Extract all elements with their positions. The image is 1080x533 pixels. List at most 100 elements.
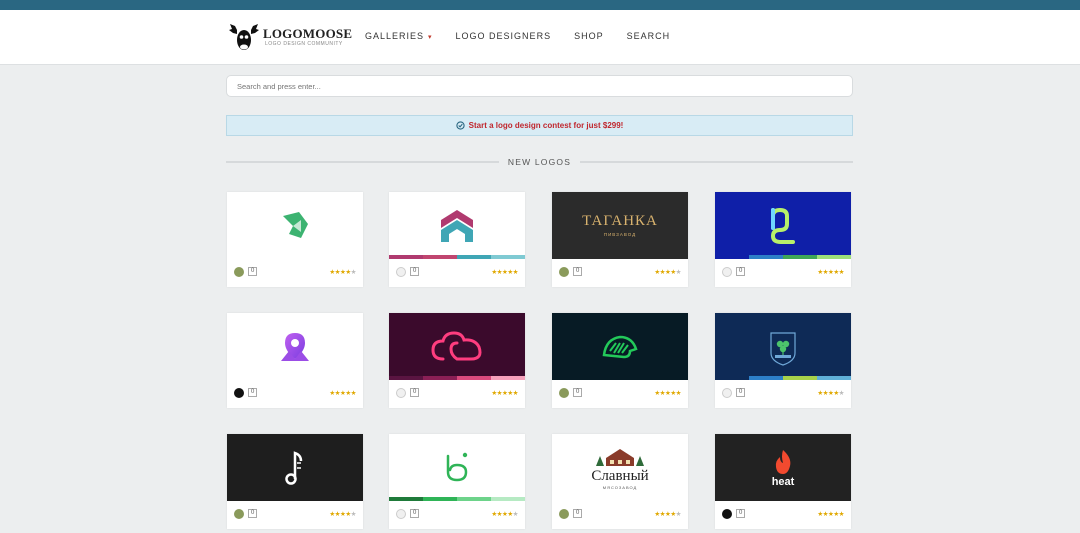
card-meta: 0 ★★★★★ — [396, 387, 518, 398]
thumbnail-title: heat — [771, 475, 795, 488]
star-rating: ★★★★★ — [329, 510, 356, 518]
logo-thumbnail — [227, 192, 363, 259]
avatar[interactable] — [559, 266, 569, 277]
color-stripe — [389, 376, 525, 380]
site-logo[interactable]: LOGOMOOSE LOGO DESIGN COMMUNITY — [226, 20, 353, 54]
n-letter-logo-icon — [770, 207, 795, 244]
star-rating: ★★★★★ — [654, 268, 681, 276]
nav-logo-designers-label: LOGO DESIGNERS — [455, 31, 552, 41]
nav-galleries[interactable]: GALLERIES ▾ — [365, 31, 433, 41]
location-pin-logo-icon — [281, 332, 309, 361]
logo-thumbnail — [389, 434, 525, 501]
star-rating: ★★★★★ — [491, 510, 518, 518]
card-meta: 0 ★★★★★ — [722, 508, 844, 519]
card-meta: 0 ★★★★★ — [722, 387, 845, 398]
shield-clover-logo-icon — [770, 331, 796, 366]
logo-card[interactable]: 0 ★★★★★ — [389, 313, 525, 408]
logo-card[interactable]: 0 ★★★★★ — [227, 192, 363, 287]
section-title: NEW LOGOS — [507, 157, 572, 167]
logo-thumbnail — [715, 192, 851, 259]
logo-card[interactable]: ТАГАНКА ПИВЗАВОД 0 ★★★★★ — [552, 192, 688, 287]
avatar[interactable] — [722, 387, 732, 398]
brand-name: LOGOMOOSE — [263, 26, 353, 41]
avatar[interactable] — [234, 266, 244, 277]
color-stripe — [389, 255, 525, 259]
cloud-heart-logo-icon — [431, 330, 482, 360]
main-nav: GALLERIES ▾ LOGO DESIGNERS SHOP SEARCH — [365, 31, 693, 41]
logo-thumbnail — [227, 313, 363, 380]
star-rating: ★★★★★ — [491, 268, 518, 276]
avatar[interactable] — [396, 508, 406, 519]
like-count: 0 — [248, 267, 258, 276]
nav-galleries-label: GALLERIES — [365, 31, 425, 41]
logo-thumbnail — [389, 313, 525, 380]
card-meta: 0 ★★★★★ — [559, 266, 682, 277]
logo-card[interactable]: 0 ★★★★★ — [227, 434, 363, 529]
like-count: 0 — [736, 388, 746, 397]
star-rating: ★★★★★ — [654, 389, 681, 397]
logo-card[interactable]: 0 ★★★★★ — [715, 192, 851, 287]
chevron-down-icon: ▾ — [428, 34, 433, 41]
logo-thumbnail: ТАГАНКА ПИВЗАВОД — [552, 192, 688, 259]
nav-logo-designers[interactable]: LOGO DESIGNERS — [456, 31, 552, 41]
like-count: 0 — [410, 509, 420, 518]
avatar[interactable] — [396, 266, 406, 277]
like-count: 0 — [248, 509, 258, 518]
flame-logo-icon — [775, 449, 791, 474]
like-count: 0 — [573, 388, 583, 397]
logo-card[interactable]: 0 ★★★★★ — [552, 313, 688, 408]
card-meta: 0 ★★★★★ — [396, 266, 518, 277]
like-count: 0 — [736, 267, 746, 276]
logo-card[interactable]: 0 ★★★★★ — [227, 313, 363, 408]
logo-thumbnail — [552, 313, 688, 380]
nav-search-label: SEARCH — [626, 31, 671, 41]
card-meta: 0 ★★★★★ — [234, 508, 357, 519]
check-circle-icon — [456, 121, 465, 130]
logo-thumbnail — [389, 192, 525, 259]
nav-shop-label: SHOP — [574, 31, 604, 41]
logo-card[interactable]: 0 ★★★★★ — [715, 313, 851, 408]
moose-logo-icon — [229, 24, 259, 50]
like-count: 0 — [573, 509, 583, 518]
avatar[interactable] — [234, 508, 244, 519]
logo-card[interactable]: heat 0 ★★★★★ — [715, 434, 851, 529]
thumbnail-title: Славный — [591, 467, 649, 484]
star-rating: ★★★★★ — [491, 389, 518, 397]
top-accent-bar — [0, 0, 1080, 10]
logo-thumbnail: heat — [715, 434, 851, 501]
avatar[interactable] — [396, 387, 406, 398]
star-rating: ★★★★★ — [817, 510, 844, 518]
logo-thumbnail — [227, 434, 363, 501]
brand-tagline: LOGO DESIGN COMMUNITY — [265, 41, 343, 47]
like-count: 0 — [248, 388, 258, 397]
nav-shop[interactable]: SHOP — [574, 31, 604, 41]
star-rating: ★★★★★ — [817, 268, 844, 276]
logo-card[interactable]: Славный МЯСОЗАВОД 0 ★★★★★ — [552, 434, 688, 529]
logo-card[interactable]: 0 ★★★★★ — [389, 192, 525, 287]
avatar[interactable] — [559, 508, 569, 519]
avatar[interactable] — [234, 387, 244, 398]
house-chevron-logo-icon — [441, 209, 473, 242]
card-meta: 0 ★★★★★ — [722, 266, 844, 277]
leaf-b-logo-icon — [446, 452, 468, 481]
avatar[interactable] — [559, 387, 569, 398]
card-meta: 0 ★★★★★ — [234, 387, 356, 398]
star-rating: ★★★★★ — [817, 389, 844, 397]
logo-card[interactable]: 0 ★★★★★ — [389, 434, 525, 529]
nav-search[interactable]: SEARCH — [627, 31, 671, 41]
avatar[interactable] — [722, 508, 732, 519]
music-note-logo-icon — [285, 450, 303, 485]
star-rating: ★★★★★ — [654, 510, 681, 518]
green-arrow-logo-icon — [283, 211, 308, 238]
color-stripe — [715, 255, 851, 259]
card-meta: 0 ★★★★★ — [234, 266, 357, 277]
thumbnail-subtitle: МЯСОЗАВОД — [602, 484, 638, 490]
search-input[interactable] — [226, 75, 853, 97]
avatar[interactable] — [722, 266, 732, 277]
farmhouse-logo-icon — [596, 448, 644, 466]
card-meta: 0 ★★★★★ — [559, 387, 681, 398]
like-count: 0 — [410, 267, 420, 276]
promo-banner[interactable]: Start a logo design contest for just $29… — [226, 115, 853, 136]
card-meta: 0 ★★★★★ — [559, 508, 682, 519]
logo-thumbnail: Славный МЯСОЗАВОД — [552, 434, 688, 501]
